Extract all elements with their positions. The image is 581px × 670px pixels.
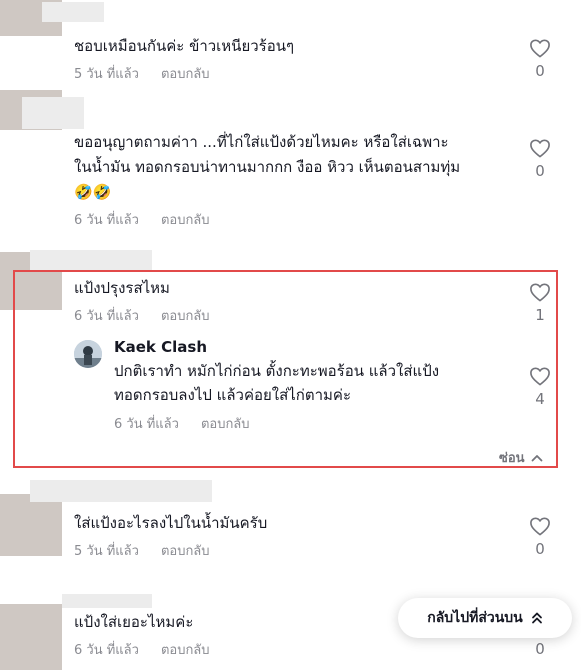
like-count: 4 — [535, 390, 545, 408]
reply-button[interactable]: ตอบกลับ — [161, 209, 210, 230]
hide-label: ซ่อน — [499, 451, 525, 466]
reply-time: 6 วัน ที่แล้ว — [114, 417, 179, 432]
heart-outline-icon — [530, 39, 550, 58]
comment-time: 6 วัน ที่แล้ว — [74, 309, 139, 324]
username-blurred[interactable] — [30, 250, 152, 270]
heart-outline-icon — [530, 283, 550, 302]
avatar[interactable] — [0, 494, 62, 556]
comments-panel: ชอบเหมือนกันค่ะ ข้าวเหนียวร้อนๆ 5 วัน ที… — [0, 0, 581, 670]
hide-replies-button[interactable]: ซ่อน — [499, 447, 543, 468]
reply-button[interactable]: ตอบกลับ — [161, 63, 210, 84]
reply-button[interactable]: ตอบกลับ — [161, 639, 210, 660]
like-button[interactable]: 0 — [525, 138, 555, 180]
like-count: 1 — [535, 306, 545, 324]
like-count: 0 — [535, 540, 545, 558]
comment-time: 5 วัน ที่แล้ว — [74, 544, 139, 559]
username-blurred[interactable] — [42, 2, 104, 22]
reply-button[interactable]: ตอบกลับ — [161, 540, 210, 561]
like-button[interactable]: 1 — [525, 282, 555, 324]
reply-button[interactable]: ตอบกลับ — [201, 413, 250, 434]
comment-text: ใส่แป้งอะไรลงไปในน้ำมันครับ — [74, 514, 268, 532]
like-count: 0 — [535, 62, 545, 80]
like-button[interactable]: 0 — [525, 38, 555, 80]
reply-button[interactable]: ตอบกลับ — [161, 305, 210, 326]
comment-item: ขออนุญาตถามค่าา ...ที่ไก่ใส่แป้งด้วยไหมค… — [74, 130, 581, 230]
reply-text-line: ทอดกรอบลงไป แล้วค่อยใส่ไก่ตามค่ะ — [114, 386, 352, 404]
username-blurred[interactable] — [22, 97, 84, 129]
like-count: 0 — [535, 162, 545, 180]
back-to-top-label: กลับไปที่ส่วนบน — [427, 610, 523, 626]
username-blurred[interactable] — [62, 594, 152, 608]
comment-item: แป้งปรุงรสไหม 6 วัน ที่แล้ว ตอบกลับ — [74, 276, 581, 326]
heart-outline-icon — [530, 517, 550, 536]
comment-text: ชอบเหมือนกันค่ะ ข้าวเหนียวร้อนๆ — [74, 37, 295, 55]
comment-item: ชอบเหมือนกันค่ะ ข้าวเหนียวร้อนๆ 5 วัน ที… — [74, 34, 581, 84]
double-chevron-up-icon — [531, 612, 542, 624]
comment-text: แป้งปรุงรสไหม — [74, 279, 170, 297]
reply-text-line: ปกติเราทำ หมักไก่ก่อน ตั้งกะทะพอร้อน แล้… — [114, 362, 440, 380]
like-count: 0 — [535, 640, 545, 658]
emoji-laugh: 🤣🤣 — [74, 183, 112, 201]
back-to-top-button[interactable]: กลับไปที่ส่วนบน — [398, 598, 572, 638]
comment-text-line: ขออนุญาตถามค่าา ...ที่ไก่ใส่แป้งด้วยไหมค… — [74, 133, 449, 151]
heart-outline-icon — [530, 367, 550, 386]
heart-outline-icon — [530, 139, 550, 158]
like-button[interactable]: 4 — [525, 366, 555, 408]
avatar[interactable] — [0, 604, 62, 670]
username-blurred[interactable] — [30, 480, 212, 502]
comment-time: 6 วัน ที่แล้ว — [74, 643, 139, 658]
comment-text-line: ในน้ำมัน ทอดกรอบน่าทานมากกก งืออ หิวว เห… — [74, 158, 461, 176]
like-button[interactable]: 0 — [525, 516, 555, 558]
comment-item: ใส่แป้งอะไรลงไปในน้ำมันครับ 5 วัน ที่แล้… — [74, 511, 581, 561]
reply-author[interactable]: Kaek Clash — [114, 338, 439, 356]
comment-time: 5 วัน ที่แล้ว — [74, 67, 139, 82]
comment-time: 6 วัน ที่แล้ว — [74, 213, 139, 228]
chevron-up-icon — [531, 454, 542, 461]
reply-avatar[interactable] — [74, 340, 102, 368]
